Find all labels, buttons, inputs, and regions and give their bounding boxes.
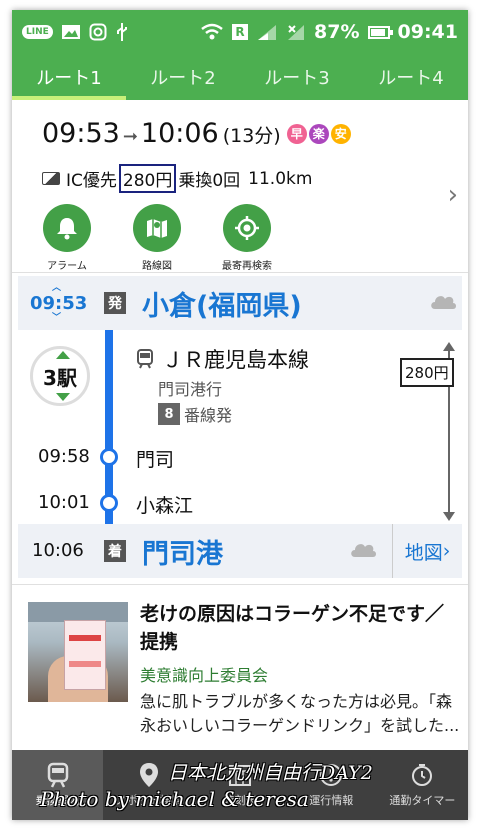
arrow-up-icon [443,342,455,351]
roaming-icon: R [232,24,249,40]
destination-time: 10:06 [32,540,84,561]
pin-icon [136,762,162,788]
service-info-icon [318,762,344,788]
status-bar: LINE R 87% 09:41 [12,10,468,54]
time-summary: 09:53 ➞ 10:06 (13分) 早 楽 安 [42,118,351,149]
app-frame: LINE R 87% 09:41 ルート1 ルート2 ルート3 ルート4 09:… [12,10,468,820]
easy-badge: 楽 [308,123,329,144]
tab-route-4[interactable]: ルート4 [354,54,468,100]
stop-dot [100,448,118,466]
arrival-tag: 着 [104,540,126,562]
departure-tag: 発 [104,292,126,314]
map-icon [133,204,181,252]
chevron-right-icon[interactable]: › [448,180,458,210]
nav-transfer-label: 乗換案内 [35,794,80,807]
arrow-down-icon [443,512,455,521]
route-badges: 早 楽 安 [286,123,351,144]
divider [12,584,468,585]
train-icon [137,349,153,369]
depart-time: 09:53 [42,118,120,149]
train-direction: 門司港行 [158,380,223,399]
train-icon [45,762,71,788]
timetable-icon [227,762,253,788]
distance: 11.0km [248,168,313,189]
stop-dot [100,494,118,512]
arrow-right-icon: ➞ [122,126,138,147]
nav-spot-search-label: スポット検索 [115,794,182,807]
nav-timetable[interactable]: 時刻表 [194,750,285,820]
action-buttons: アラーム 路線図 最寄再検索 [40,204,274,272]
cloud-icon [431,296,456,309]
nav-transfer[interactable]: 乗換案内 [12,750,104,820]
stop-name[interactable]: 門司 [136,445,174,472]
origin-time: ︿ 09:53 ﹀ [30,282,88,323]
fast-badge: 早 [286,123,307,144]
stop-time: 09:58 [38,446,90,467]
alarm-button[interactable]: アラーム [40,204,94,272]
ic-card-icon [42,172,60,185]
article-source: 美意識向上委員会 [140,666,269,685]
timer-icon [409,762,435,788]
article-thumbnail [28,602,128,702]
line-icon: LINE [22,25,53,39]
tab-route-1[interactable]: ルート1 [12,54,126,100]
stop-name[interactable]: 小森江 [136,491,193,518]
map-link-button[interactable]: 地図 › [392,524,462,578]
duration: (13分) [222,125,281,147]
origin-station-row[interactable]: ︿ 09:53 ﹀ 発 小倉(福岡県) [18,276,462,330]
alarm-label: アラーム [47,261,87,272]
fare-line: IC優先 280円 乗換0回 11.0km [42,164,312,193]
nearest-research-button[interactable]: 最寄再検索 [220,204,274,272]
train-line-info[interactable]: ＪＲ鹿児島本線 [136,344,309,374]
cheap-badge: 安 [330,123,351,144]
destination-station-name: 門司港 [142,538,223,570]
nav-spot-search[interactable]: スポット検索 [103,750,194,820]
nav-commute-timer-label: 通勤タイマー [389,794,456,807]
origin-station-name: 小倉(福岡県) [142,290,302,322]
platform-info: 8 番線発 [158,402,232,426]
destination-station-row[interactable]: 10:06 着 門司港 地図 › [18,524,462,578]
nav-timetable-label: 時刻表 [223,794,257,807]
tab-route-3[interactable]: ルート3 [240,54,354,100]
train-line-name: ＪＲ鹿児島本線 [162,348,309,372]
signal-icon [256,23,278,41]
usb-icon [115,22,129,42]
route-summary[interactable]: 09:53 ➞ 10:06 (13分) 早 楽 安 IC優先 280円 乗換0回… [12,100,468,272]
battery-percent: 87% [314,21,360,43]
chevron-right-icon: › [442,540,451,562]
stop-time: 10:01 [38,492,90,513]
article-body: 急に肌トラブルが多くなった方は必見。「森永おいしいコラーゲンドリンク」を試した.… [140,692,460,735]
instagram-icon [89,23,107,41]
location-target-icon [223,204,271,252]
route-detail: ︿ 09:53 ﹀ 発 小倉(福岡県) 3駅 ＪＲ鹿児島本線 門司港行 8 番線… [12,272,468,578]
ic-priority-label: IC優先 [66,171,117,191]
article-title: 老けの原因はコラーゲン不足です／提携 [140,603,445,653]
tab-route-2[interactable]: ルート2 [126,54,240,100]
bottom-nav: 乗換案内 スポット検索 時刻表 運行情報 通勤タイマー [12,750,468,820]
arrive-time: 10:06 [140,118,219,149]
station-count-badge: 3駅 [30,346,90,406]
route-tabs: ルート1 ルート2 ルート3 ルート4 [12,54,468,100]
route-map-button[interactable]: 路線図 [130,204,184,272]
transfer-count: 乗換0回 [178,171,241,191]
bell-icon [43,204,91,252]
battery-icon [367,25,393,39]
route-map-label: 路線図 [142,261,172,272]
wifi-icon [200,23,224,41]
sponsored-article[interactable]: 老けの原因はコラーゲン不足です／提携 美意識向上委員会 急に肌トラブルが多くなっ… [12,594,468,750]
fare-amount: 280円 [118,164,177,193]
segment-fare: 280円 [400,358,454,387]
platform-label: 番線発 [184,406,233,425]
nearest-research-label: 最寄再検索 [222,261,272,272]
nav-service-info[interactable]: 運行情報 [286,750,377,820]
platform-number: 8 [158,403,180,425]
clock: 09:41 [397,21,458,43]
nav-commute-timer[interactable]: 通勤タイマー [377,750,468,820]
image-icon [61,24,81,40]
cloud-icon [351,544,376,557]
no-signal-icon [286,23,306,41]
nav-service-info-label: 運行情報 [309,794,354,807]
